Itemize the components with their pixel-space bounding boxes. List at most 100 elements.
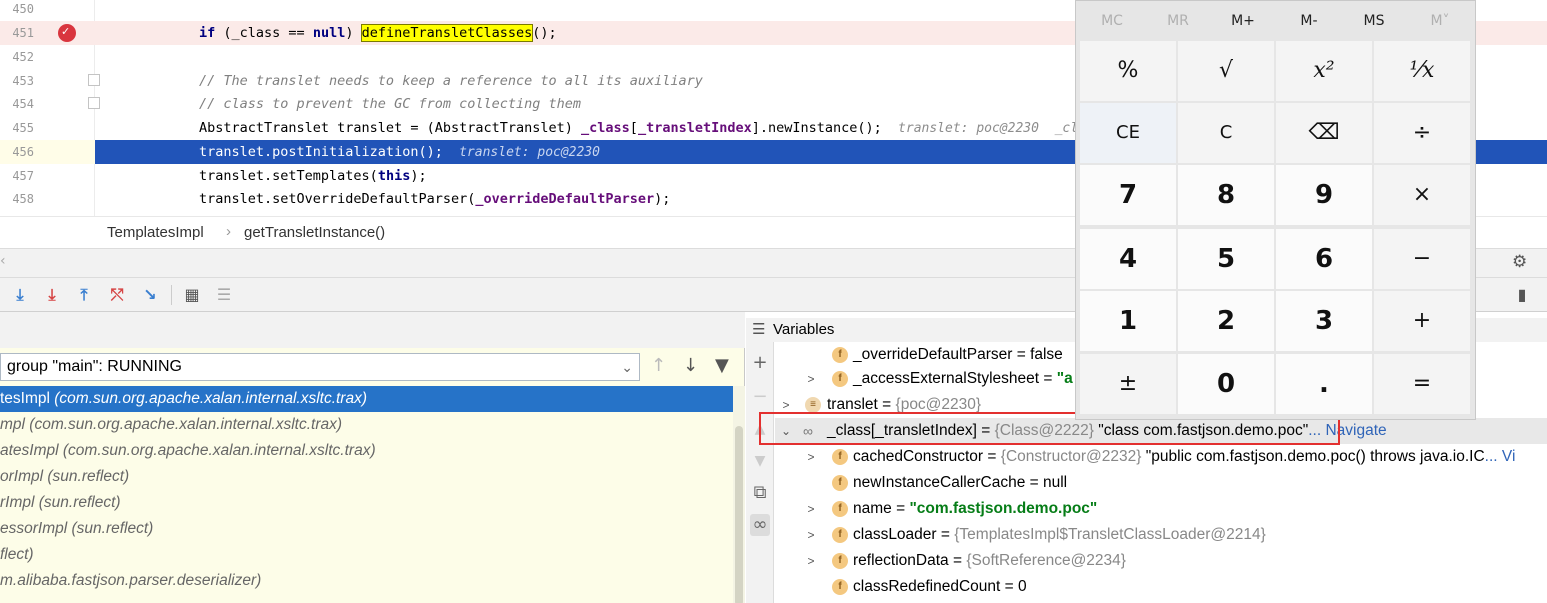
digit-1-button[interactable]: 1 [1080, 291, 1176, 351]
breakpoint-icon[interactable]: ✓ [58, 24, 76, 42]
watches-toggle-icon[interactable]: ∞ [750, 514, 770, 536]
code-comment: // The translet needs to keep a referenc… [199, 73, 703, 89]
line-number: 451 [12, 26, 34, 40]
digit-9-button[interactable]: 9 [1276, 165, 1372, 225]
inline-value-hint: translet: poc@2230 _cla [898, 121, 1086, 136]
frame-row[interactable]: essorImpl (sun.reflect) [0, 516, 733, 542]
expand-arrow-icon[interactable]: > [804, 496, 818, 522]
digit-7-button[interactable]: 7 [1080, 165, 1176, 225]
variable-row[interactable]: > f name = "com.fastjson.demo.poc" [775, 496, 1547, 522]
step-out-icon[interactable]: ⤒ [73, 284, 95, 306]
variable-row[interactable]: f newInstanceCallerCache = null [775, 470, 1547, 496]
digit-3-button[interactable]: 3 [1276, 291, 1372, 351]
breadcrumb-method[interactable]: getTransletInstance() [244, 224, 385, 241]
layout-icon[interactable]: ▮ [1511, 284, 1533, 306]
variable-row[interactable]: > f reflectionData = {SoftReference@2234… [775, 548, 1547, 574]
digit-5-button[interactable]: 5 [1178, 229, 1274, 289]
memory-subtract-button[interactable]: M- [1276, 1, 1342, 41]
highlighted-method-call: defineTransletClasses [360, 24, 534, 42]
field-icon: f [832, 527, 848, 543]
code-text: if (_class == null) defineTransletClasse… [199, 24, 557, 42]
reciprocal-button[interactable]: ¹⁄x [1374, 41, 1470, 101]
line-number: 450 [12, 2, 34, 16]
code-text: translet.postInitialization(); translet:… [199, 144, 600, 160]
copy-icon[interactable]: ⧉ [750, 482, 770, 504]
field-icon: f [832, 579, 848, 595]
step-into-icon[interactable]: ⤓ [41, 284, 63, 306]
plus-button[interactable]: + [1374, 291, 1470, 351]
clear-entry-button[interactable]: CE [1080, 103, 1176, 163]
drop-frame-icon[interactable]: ⤲ [106, 284, 128, 306]
frames-panel: group "main": RUNNING ⌄ ↑ ↓ ▼ tesImpl (c… [0, 312, 745, 603]
frame-row[interactable]: mpl (com.sun.org.apache.xalan.internal.x… [0, 412, 733, 438]
backspace-button[interactable]: ⌫ [1276, 103, 1372, 163]
remove-watch-icon[interactable]: − [750, 386, 770, 408]
chevron-left-icon[interactable]: ‹ [0, 253, 6, 269]
variable-row[interactable]: f classRedefinedCount = 0 [775, 574, 1547, 600]
digit-2-button[interactable]: 2 [1178, 291, 1274, 351]
arrow-up-icon[interactable]: ↑ [651, 355, 666, 376]
local-variable-icon: ≡ [805, 397, 821, 413]
memory-clear-button[interactable]: MC [1079, 1, 1145, 41]
code-text: translet.setOverrideDefaultParser(_overr… [199, 191, 671, 207]
frame-row[interactable]: orImpl (sun.reflect) [0, 464, 733, 490]
run-to-cursor-icon[interactable]: ↘ [139, 284, 161, 306]
line-number: 454 [12, 97, 34, 111]
code-comment: // class to prevent the GC from collecti… [199, 96, 582, 112]
filter-icon[interactable]: ▼ [715, 355, 729, 376]
evaluate-expression-icon[interactable]: ▦ [181, 284, 203, 306]
fold-icon[interactable] [88, 74, 100, 86]
line-number: 456 [12, 145, 34, 159]
minus-button[interactable]: − [1374, 229, 1470, 289]
digit-8-button[interactable]: 8 [1178, 165, 1274, 225]
frames-scrollbar[interactable] [733, 386, 745, 603]
trace-stream-icon[interactable]: ☰ [213, 284, 235, 306]
clear-button[interactable]: C [1178, 103, 1274, 163]
expand-arrow-icon[interactable]: > [804, 366, 818, 392]
step-over-icon[interactable]: ⤓ [9, 284, 31, 306]
divide-button[interactable]: ÷ [1374, 103, 1470, 163]
decimal-button[interactable]: . [1276, 354, 1372, 414]
percent-button[interactable]: % [1080, 41, 1176, 101]
thread-selector[interactable]: group "main": RUNNING ⌄ [0, 353, 640, 381]
square-root-button[interactable]: √ [1178, 41, 1274, 101]
frames-list: tesImpl (com.sun.org.apache.xalan.intern… [0, 386, 733, 603]
frame-row[interactable]: rImpl (sun.reflect) [0, 490, 733, 516]
expand-arrow-icon[interactable]: > [804, 444, 818, 470]
variables-title: Variables [773, 321, 835, 338]
digit-6-button[interactable]: 6 [1276, 229, 1372, 289]
field-icon: f [832, 475, 848, 491]
add-watch-icon[interactable]: + [750, 352, 770, 374]
field-icon: f [832, 347, 848, 363]
digit-0-button[interactable]: 0 [1178, 354, 1274, 414]
square-button[interactable]: x² [1276, 41, 1372, 101]
variable-row[interactable]: > f cachedConstructor = {Constructor@223… [775, 444, 1547, 470]
frame-row[interactable]: tesImpl (com.sun.org.apache.xalan.intern… [0, 386, 733, 412]
arrow-down-icon[interactable]: ↓ [683, 355, 698, 376]
digit-4-button[interactable]: 4 [1080, 229, 1176, 289]
line-number: 453 [12, 74, 34, 88]
variables-list-icon: ☰ [752, 321, 766, 338]
frame-row[interactable]: flect) [0, 542, 733, 568]
memory-store-button[interactable]: MS [1341, 1, 1407, 41]
fold-icon[interactable] [88, 97, 100, 109]
frame-row[interactable]: m.alibaba.fastjson.parser.deserializer) [0, 568, 733, 594]
negate-button[interactable]: ± [1080, 354, 1176, 414]
equals-button[interactable]: = [1374, 354, 1470, 414]
memory-recall-button[interactable]: MR [1145, 1, 1211, 41]
move-down-icon[interactable]: ▼ [750, 450, 770, 472]
memory-list-button[interactable]: M˅ [1407, 1, 1473, 41]
multiply-button[interactable]: × [1374, 165, 1470, 225]
code-text: translet.setTemplates(this); [199, 168, 427, 184]
line-number: 455 [12, 121, 34, 135]
expand-arrow-icon[interactable]: > [804, 522, 818, 548]
expand-arrow-icon[interactable]: > [804, 548, 818, 574]
field-icon: f [832, 371, 848, 387]
gear-icon[interactable]: ⚙ [1512, 252, 1527, 272]
variable-row[interactable]: > f classLoader = {TemplatesImpl$Transle… [775, 522, 1547, 548]
breadcrumb-class[interactable]: TemplatesImpl [107, 224, 204, 241]
memory-add-button[interactable]: M+ [1210, 1, 1276, 41]
variables-side-toolbar: + − ▲ ▼ ⧉ ∞ [746, 342, 774, 603]
frame-row[interactable]: atesImpl (com.sun.org.apache.xalan.inter… [0, 438, 733, 464]
thread-selector-value: group "main": RUNNING [7, 358, 182, 375]
